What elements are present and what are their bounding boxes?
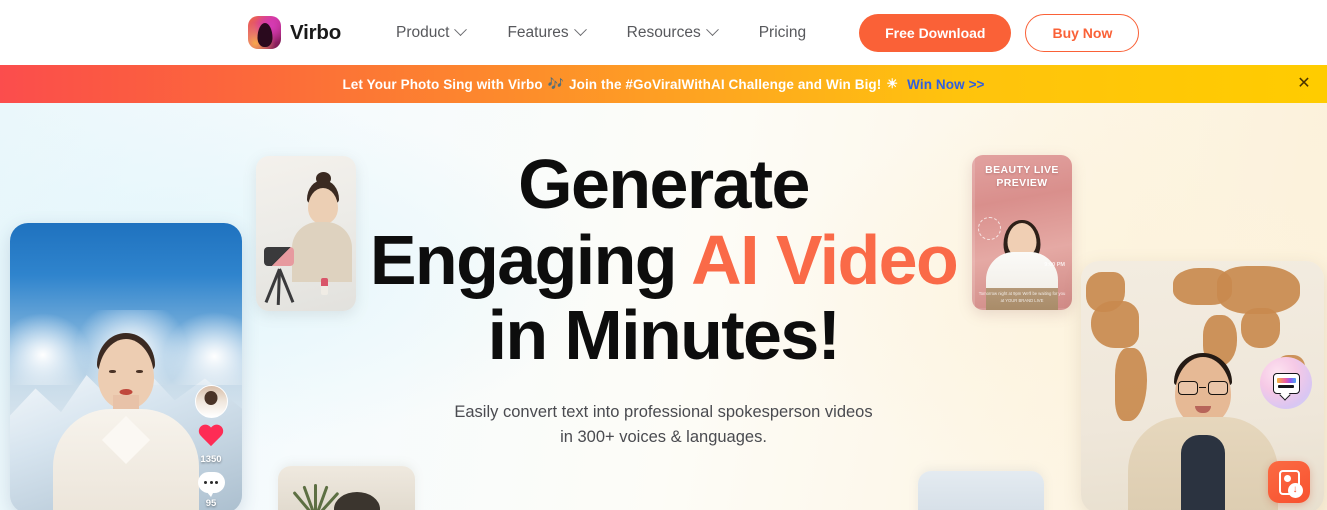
like-count: 1350 bbox=[200, 454, 222, 465]
headline-line-2: Engaging AI Video bbox=[324, 220, 1004, 299]
comment-count: 95 bbox=[205, 498, 217, 509]
right-video-card[interactable]: ↓ bbox=[1081, 261, 1324, 510]
hero-section: 1350 95 BEAUTY LIVE PREVIEW 9:00 PM Tomo… bbox=[0, 103, 1327, 510]
nav-cta-group: Free Download Buy Now bbox=[859, 13, 1140, 52]
nav-item-pricing-label: Pricing bbox=[758, 23, 807, 41]
top-navigation-bar: Virbo Product Features Resources Pricing… bbox=[0, 0, 1327, 65]
heart-icon[interactable] bbox=[198, 425, 224, 449]
promo-text-mid: Join the #GoViralWithAI Challenge and Wi… bbox=[569, 76, 882, 92]
headline-accent: AI Video bbox=[691, 220, 959, 299]
nav-item-pricing[interactable]: Pricing bbox=[738, 24, 827, 42]
promo-banner: Let Your Photo Sing with Virbo 🎶 Join th… bbox=[0, 65, 1327, 103]
tripod-camera-icon bbox=[262, 247, 300, 306]
chevron-down-icon bbox=[454, 23, 468, 37]
spokesperson-avatar bbox=[51, 317, 201, 510]
sparkle-icon: ☀ bbox=[886, 76, 899, 91]
hero-copy: Generate Engaging AI Video in Minutes! E… bbox=[324, 145, 1004, 451]
social-action-rail: 1350 95 bbox=[189, 385, 233, 509]
nav-item-resources-label: Resources bbox=[626, 23, 701, 41]
promo-banner-text: Let Your Photo Sing with Virbo 🎶 Join th… bbox=[342, 76, 984, 92]
nav-item-product[interactable]: Product bbox=[375, 23, 486, 42]
plant-interior-card[interactable] bbox=[278, 466, 415, 510]
beauty-time-badge: 9:00 PM bbox=[1044, 262, 1065, 268]
nav-item-features-label: Features bbox=[507, 23, 569, 41]
close-icon[interactable]: ✕ bbox=[1293, 73, 1315, 95]
headline-line-1: Generate bbox=[518, 145, 810, 223]
nav-links: Product Features Resources Pricing bbox=[375, 23, 827, 42]
music-notes-icon: 🎶 bbox=[547, 76, 564, 91]
comment-icon[interactable] bbox=[197, 472, 225, 497]
nav-item-product-label: Product bbox=[396, 23, 450, 41]
glasses-icon bbox=[1177, 380, 1228, 395]
nav-item-features[interactable]: Features bbox=[486, 23, 605, 42]
nav-item-resources[interactable]: Resources bbox=[606, 23, 738, 42]
spokesperson-avatar bbox=[1127, 327, 1279, 510]
headline-line-3: in Minutes! bbox=[487, 296, 841, 375]
brand-logo-link[interactable]: Virbo bbox=[248, 16, 341, 49]
free-download-button[interactable]: Free Download bbox=[859, 13, 1012, 52]
headline-line-2-plain: Engaging bbox=[369, 220, 692, 299]
page-title: Generate Engaging AI Video in Minutes! bbox=[324, 145, 1004, 375]
avatar[interactable] bbox=[194, 385, 228, 418]
promo-text-main: Let Your Photo Sing with Virbo bbox=[342, 76, 543, 92]
chevron-down-icon bbox=[573, 23, 587, 37]
buy-now-button[interactable]: Buy Now bbox=[1025, 13, 1140, 52]
chat-bubble-icon[interactable] bbox=[1260, 357, 1312, 409]
brand-name: Virbo bbox=[290, 20, 342, 44]
chevron-down-icon bbox=[705, 23, 719, 37]
left-video-card[interactable]: 1350 95 bbox=[10, 223, 242, 510]
pale-blue-card[interactable] bbox=[918, 471, 1044, 510]
virbo-app-download-icon[interactable]: ↓ bbox=[1268, 461, 1310, 503]
hero-subtitle: Easily convert text into professional sp… bbox=[454, 402, 873, 447]
virbo-logo-icon bbox=[248, 16, 281, 49]
win-now-link[interactable]: Win Now >> bbox=[907, 77, 984, 92]
